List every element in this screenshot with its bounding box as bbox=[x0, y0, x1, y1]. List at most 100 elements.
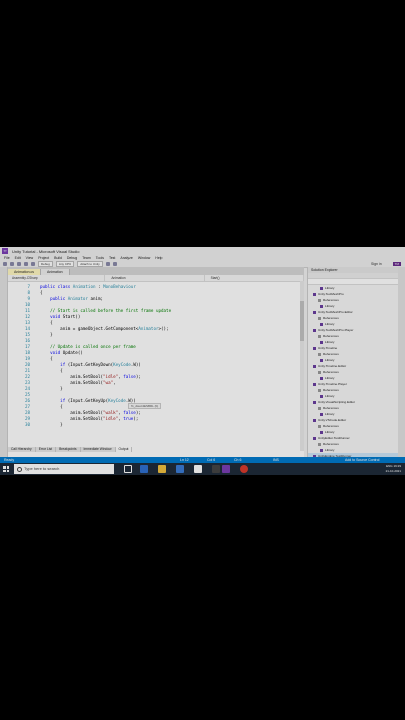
project-icon bbox=[313, 364, 316, 368]
project-icon bbox=[313, 418, 316, 422]
clock-time[interactable]: 19:29 bbox=[393, 464, 401, 468]
task-view-icon[interactable] bbox=[124, 465, 132, 473]
code-token: } bbox=[40, 422, 63, 427]
project-icon bbox=[320, 394, 323, 398]
code-token: void bbox=[50, 314, 63, 319]
references-icon bbox=[318, 406, 321, 410]
menu-item-build[interactable]: Build bbox=[54, 256, 62, 260]
tree-item-label: Unity.TextMeshPro.Editor bbox=[318, 310, 353, 314]
edge-icon[interactable] bbox=[140, 465, 148, 473]
code-token: Start() bbox=[62, 314, 81, 319]
vertical-scrollbar[interactable] bbox=[300, 281, 304, 451]
tree-item-label: Library bbox=[325, 322, 335, 326]
code-token: KeyCode bbox=[113, 362, 131, 367]
undo-icon[interactable] bbox=[31, 262, 35, 266]
menu-item-analyze[interactable]: Analyze bbox=[120, 256, 132, 260]
comment-icon[interactable] bbox=[112, 262, 117, 266]
intellisense-hint: %_dsuci4ESBRL (b) bbox=[128, 403, 162, 409]
app-icon[interactable] bbox=[212, 465, 220, 473]
code-token: MonoBehaviour bbox=[103, 284, 136, 289]
tab-output[interactable]: Output bbox=[115, 447, 133, 452]
chrome-icon[interactable] bbox=[240, 465, 248, 473]
code-token: Update() bbox=[62, 350, 83, 355]
menu-item-view[interactable]: View bbox=[26, 256, 34, 260]
menu-item-tools[interactable]: Tools bbox=[96, 256, 104, 260]
tree-item-label: References bbox=[323, 334, 339, 338]
taskbar-search-input[interactable]: Type here to search bbox=[14, 464, 114, 474]
language-indicator[interactable]: ENG bbox=[386, 464, 393, 468]
visual-studio-taskbar-icon[interactable] bbox=[222, 465, 230, 473]
debug-icon[interactable] bbox=[105, 262, 110, 266]
code-editor[interactable]: Animation.cs Animation Assembly-CSharp A… bbox=[8, 267, 304, 457]
menu-item-file[interactable]: File bbox=[4, 256, 10, 260]
member-dropdown[interactable]: Start() bbox=[207, 275, 304, 281]
code-token: "idle" bbox=[103, 374, 119, 379]
tab-error-list[interactable]: Error List bbox=[35, 447, 57, 452]
code-token: { bbox=[40, 356, 53, 361]
store-icon[interactable] bbox=[176, 465, 184, 473]
back-icon[interactable] bbox=[3, 262, 7, 266]
menu-item-team[interactable]: Team bbox=[82, 256, 91, 260]
tree-item-label: Library bbox=[325, 412, 335, 416]
references-icon bbox=[318, 352, 321, 356]
title-bar: ∞ Unity Tutorial - Microsoft Visual Stud… bbox=[0, 247, 405, 255]
project-icon bbox=[320, 358, 323, 362]
unity-icon[interactable] bbox=[194, 465, 202, 473]
menu-item-project[interactable]: Project bbox=[38, 256, 49, 260]
project-icon bbox=[313, 310, 316, 314]
project-dropdown[interactable]: Assembly-CSharp bbox=[8, 275, 106, 281]
project-icon bbox=[313, 292, 316, 296]
code-token: public bbox=[40, 284, 58, 289]
project-icon bbox=[320, 412, 323, 416]
user-badge[interactable]: TM bbox=[392, 262, 401, 266]
menu-item-edit[interactable]: Edit bbox=[15, 256, 21, 260]
tree-item-label: References bbox=[323, 442, 339, 446]
menu-item-window[interactable]: Window bbox=[138, 256, 150, 260]
code-token: if bbox=[60, 398, 68, 403]
project-icon bbox=[320, 322, 323, 326]
code-token: anim = gameObject.GetComponent< bbox=[40, 326, 139, 331]
code-token: public bbox=[50, 296, 68, 301]
code-token: // Start is called before the first fram… bbox=[40, 308, 172, 313]
class-dropdown[interactable]: Animation bbox=[107, 275, 205, 281]
file-explorer-icon[interactable] bbox=[158, 465, 166, 473]
windows-start-icon[interactable] bbox=[3, 466, 9, 472]
tab-breakpoints[interactable]: Breakpoints bbox=[56, 447, 81, 452]
code-token: false bbox=[123, 374, 136, 379]
code-token: ); bbox=[135, 410, 141, 415]
tree-item-label: Library bbox=[325, 430, 335, 434]
tree-item-label: References bbox=[323, 406, 339, 410]
tab-immediate-window[interactable]: Immediate Window bbox=[80, 447, 116, 452]
tree-item-label: Unity.TextMeshPro bbox=[318, 292, 344, 296]
code-token: Animator bbox=[138, 326, 159, 331]
menu-item-test[interactable]: Test bbox=[109, 256, 115, 260]
code-token: Animator bbox=[67, 296, 91, 301]
code-line[interactable]: 30 } bbox=[8, 422, 304, 428]
save-icon[interactable] bbox=[24, 262, 28, 266]
code-token: "idle" bbox=[103, 416, 119, 421]
new-file-icon[interactable] bbox=[17, 262, 21, 266]
menu-item-debug[interactable]: Debug bbox=[67, 256, 77, 260]
code-token: ); bbox=[133, 416, 139, 421]
tree-item-label: UnityEditor.TestRunner bbox=[318, 436, 350, 440]
sign-in-link[interactable]: Sign in bbox=[371, 262, 382, 266]
forward-icon[interactable] bbox=[10, 262, 14, 266]
visual-studio-icon: ∞ bbox=[2, 248, 8, 254]
menu-item-help[interactable]: Help bbox=[155, 256, 162, 260]
clock-date[interactable]: 21-10-2021 bbox=[386, 469, 401, 474]
navigation-bar: Assembly-CSharp Animation Start() bbox=[8, 275, 304, 282]
project-icon bbox=[313, 400, 316, 404]
tab-call-hierarchy[interactable]: Call Hierarchy bbox=[8, 447, 36, 452]
references-icon bbox=[318, 442, 321, 446]
project-icon bbox=[313, 328, 316, 332]
tree-item-label: References bbox=[323, 424, 339, 428]
tree-item-label: References bbox=[323, 298, 339, 302]
left-tool-strip bbox=[0, 267, 8, 457]
tree-item-label: Library bbox=[325, 340, 335, 344]
code-token: false bbox=[123, 410, 136, 415]
code-token: Animation bbox=[72, 284, 99, 289]
line-number: 30 bbox=[24, 422, 30, 427]
code-token: } bbox=[40, 386, 63, 391]
